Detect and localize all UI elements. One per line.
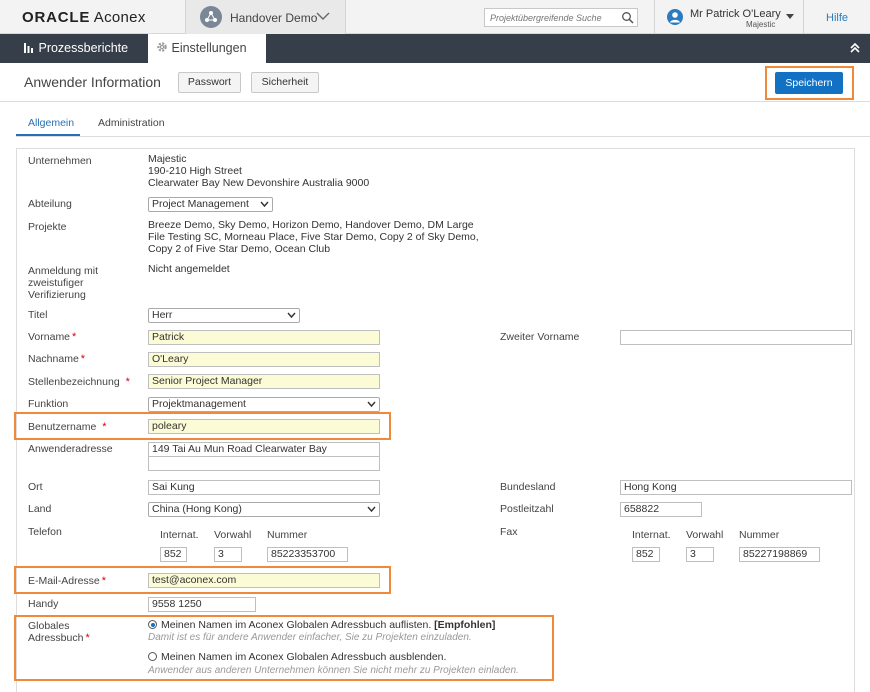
jobtitle-input[interactable]: Senior Project Manager <box>148 374 380 389</box>
help-link[interactable]: Hilfe <box>826 12 848 24</box>
projects-line-3: Copy 2 of Five Star Demo, Ocean Club <box>148 243 331 255</box>
chevron-down-icon <box>316 12 330 20</box>
page-header: Anwender Information Passwort Sicherheit… <box>0 63 870 102</box>
country-select[interactable]: China (Hong Kong) <box>148 502 380 517</box>
state-input[interactable]: Hong Kong <box>620 480 852 495</box>
projects-label: Projekte <box>28 221 67 233</box>
directory-label-1: Globales <box>28 620 70 632</box>
company-city: Clearwater Bay New Devonshire Australia … <box>148 177 370 189</box>
phone-number-label: Nummer <box>267 529 308 541</box>
phone-area-input[interactable]: 3 <box>214 547 242 562</box>
function-select[interactable]: Projektmanagement <box>148 397 380 412</box>
state-label: Bundesland <box>500 481 556 493</box>
chevron-down-icon <box>260 201 269 208</box>
search-icon[interactable] <box>621 11 634 24</box>
email-label: E-Mail-Adresse * <box>28 575 107 587</box>
city-label: Ort <box>28 481 43 493</box>
projects-line-1: Breeze Demo, Sky Demo, Horizon Demo, Han… <box>148 219 474 231</box>
nav-tab-reports[interactable]: Prozessberichte <box>24 34 128 63</box>
phone-label: Telefon <box>28 526 62 538</box>
fax-number-label: Nummer <box>739 529 780 541</box>
caret-down-icon <box>786 14 794 19</box>
mobile-label: Handy <box>28 598 59 610</box>
firstname-label: Vorname * <box>28 331 77 343</box>
directory-list-radio[interactable] <box>148 620 157 629</box>
address-label: Anwenderadresse <box>28 443 113 455</box>
company-label: Unternehmen <box>28 155 92 167</box>
tab-administration[interactable]: Administration <box>98 117 165 129</box>
tab-divider <box>16 136 870 137</box>
page-title: Anwender Information <box>24 74 161 90</box>
phone-intl-label: Internat. <box>160 529 199 541</box>
directory-list-hint: Damit ist es für andere Anwender einfach… <box>148 632 472 643</box>
bar-chart-icon <box>24 43 33 53</box>
twofactor-label-3: Verifizierung <box>28 289 86 301</box>
address-line-2-input[interactable] <box>148 456 380 471</box>
directory-hide-radio[interactable] <box>148 652 157 661</box>
username-label: Benutzername * <box>28 421 107 433</box>
main-nav: Prozessberichte Einstellungen <box>0 34 870 63</box>
fax-area-label: Vorwahl <box>686 529 724 541</box>
company-street: 190-210 High Street <box>148 165 242 177</box>
phone-number-input[interactable]: 85223353700 <box>267 547 348 562</box>
middlename-input[interactable] <box>620 330 852 345</box>
country-label: Land <box>28 503 52 515</box>
city-input[interactable]: Sai Kung <box>148 480 380 495</box>
project-icon <box>200 6 222 28</box>
firstname-input[interactable]: Patrick <box>148 330 380 345</box>
chevron-down-icon <box>367 401 376 408</box>
global-search[interactable] <box>484 8 638 27</box>
title-label: Titel <box>28 309 48 321</box>
project-switcher[interactable]: Handover Demo <box>185 0 346 34</box>
fax-intl-input[interactable]: 852 <box>632 547 660 562</box>
tab-general[interactable]: Allgemein <box>28 117 74 129</box>
username-input[interactable]: poleary <box>148 419 380 434</box>
security-button[interactable]: Sicherheit <box>251 72 319 93</box>
company-name: Majestic <box>148 153 187 165</box>
chevron-down-icon <box>287 312 296 319</box>
user-menu[interactable]: Mr Patrick O'Leary Majestic <box>654 0 804 34</box>
mobile-input[interactable]: 9558 1250 <box>148 597 256 612</box>
user-organization: Majestic <box>746 20 776 29</box>
fax-area-input[interactable]: 3 <box>686 547 714 562</box>
fax-intl-label: Internat. <box>632 529 671 541</box>
fax-label: Fax <box>500 526 518 538</box>
search-input[interactable] <box>485 9 617 26</box>
top-header: ORACLE Aconex Handover Demo Mr Patrick O… <box>0 0 870 34</box>
directory-list-option[interactable]: Meinen Namen im Aconex Globalen Adressbu… <box>161 619 495 631</box>
department-label: Abteilung <box>28 198 72 210</box>
department-select[interactable]: Project Management <box>148 197 273 212</box>
nav-tab-settings[interactable]: Einstellungen <box>148 34 266 63</box>
jobtitle-label: Stellenbezeichnung * <box>28 376 130 388</box>
directory-hide-hint: Anwender aus anderen Unternehmen können … <box>148 665 519 676</box>
user-name: Mr Patrick O'Leary <box>690 8 781 20</box>
password-button[interactable]: Passwort <box>178 72 241 93</box>
function-label: Funktion <box>28 398 69 410</box>
directory-hide-option[interactable]: Meinen Namen im Aconex Globalen Adressbu… <box>161 651 446 663</box>
address-line-1-input[interactable]: 149 Tai Au Mun Road Clearwater Bay <box>148 442 380 457</box>
project-name: Handover Demo <box>230 11 318 25</box>
title-select[interactable]: Herr <box>148 308 300 323</box>
postcode-label: Postleitzahl <box>500 503 554 515</box>
save-button[interactable]: Speichern <box>775 72 843 94</box>
chevron-down-icon <box>367 506 376 513</box>
postcode-input[interactable]: 658822 <box>620 502 702 517</box>
oracle-aconex-logo[interactable]: ORACLE Aconex <box>22 9 146 26</box>
user-form: Unternehmen Majestic 190-210 High Street… <box>14 148 855 692</box>
gear-icon <box>157 42 167 52</box>
phone-area-label: Vorwahl <box>214 529 252 541</box>
user-avatar-icon <box>667 9 683 25</box>
twofactor-status: Nicht angemeldet <box>148 263 230 275</box>
projects-line-2: File Testing SC, Morneau Place, Five Sta… <box>148 231 479 243</box>
middlename-label: Zweiter Vorname <box>500 331 580 343</box>
email-input[interactable]: test@aconex.com <box>148 573 380 588</box>
directory-label-2: Adressbuch * <box>28 632 90 644</box>
twofactor-label-1: Anmeldung mit <box>28 265 99 277</box>
twofactor-label-2: zweistufiger <box>28 277 84 289</box>
collapse-icon[interactable] <box>850 43 860 53</box>
lastname-label: Nachname * <box>28 353 86 365</box>
phone-intl-input[interactable]: 852 <box>160 547 187 562</box>
lastname-input[interactable]: O'Leary <box>148 352 380 367</box>
fax-number-input[interactable]: 85227198869 <box>739 547 820 562</box>
